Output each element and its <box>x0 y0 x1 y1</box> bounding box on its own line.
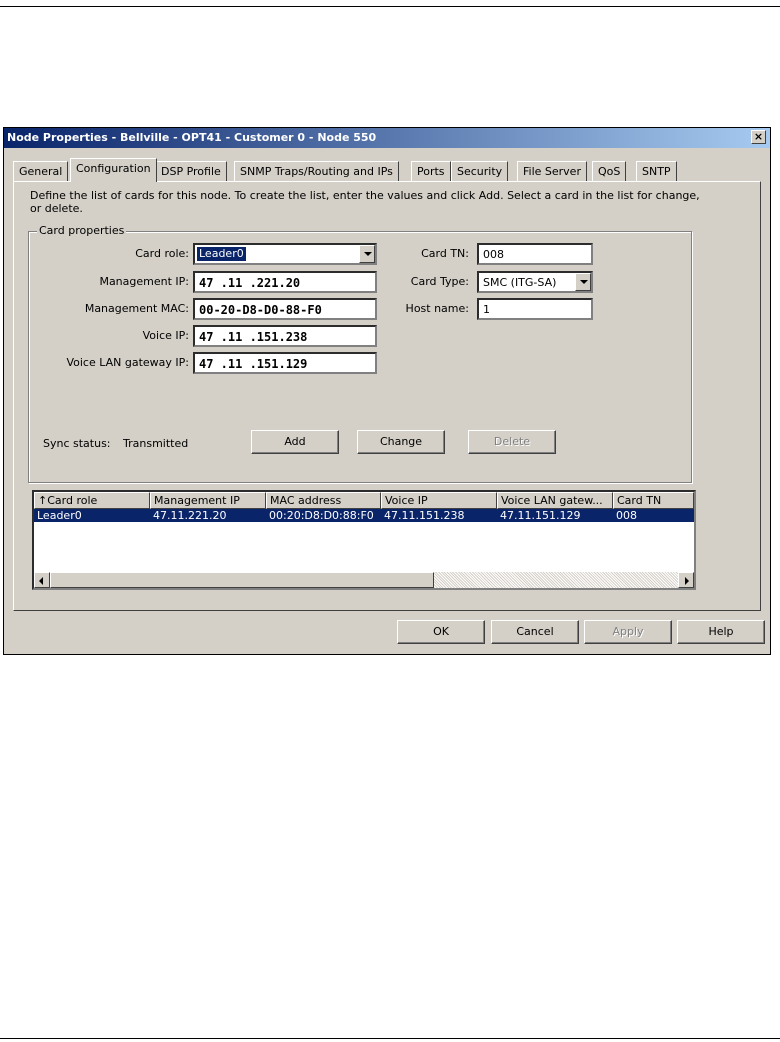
close-button[interactable]: × <box>751 130 766 144</box>
card-tn-field[interactable]: 008 <box>477 243 593 265</box>
change-button[interactable]: Change <box>357 430 445 454</box>
column-header-voice-ip[interactable]: Voice IP <box>381 492 497 509</box>
add-button[interactable]: Add <box>251 430 339 454</box>
cell-management-ip: 47.11.221.20 <box>153 509 227 522</box>
tab-qos[interactable]: QoS <box>592 161 627 181</box>
column-header-mac-address[interactable]: MAC address <box>266 492 381 509</box>
card-type-value: SMC (ITG-SA) <box>483 276 557 289</box>
table-row[interactable]: Leader0 47.11.221.20 00:20:D8:D0:88:F0 4… <box>34 509 694 522</box>
tab-general[interactable]: General <box>13 161 69 181</box>
host-name-label: Host name: <box>405 302 469 315</box>
voice-ip-field[interactable]: 47 .11 .151.238 <box>193 325 377 347</box>
column-header-card-tn[interactable]: Card TN <box>613 492 694 509</box>
tab-ports[interactable]: Ports <box>411 161 451 181</box>
tab-configuration[interactable]: Configuration <box>70 158 157 182</box>
card-type-label: Card Type: <box>410 275 469 288</box>
voice-lan-gateway-field[interactable]: 47 .11 .151.129 <box>193 352 377 374</box>
card-role-combo[interactable]: Leader0 <box>193 243 377 265</box>
card-type-dropdown-button[interactable] <box>575 273 591 291</box>
sync-status-label: Sync status: <box>43 437 111 450</box>
page-top-rule <box>0 6 780 7</box>
tab-security[interactable]: Security <box>451 161 509 181</box>
card-role-value: Leader0 <box>197 247 246 261</box>
scroll-right-button[interactable] <box>678 572 694 588</box>
window-title: Node Properties - Bellville - OPT41 - Cu… <box>7 131 377 144</box>
cell-mac-address: 00:20:D8:D0:88:F0 <box>269 509 374 522</box>
card-role-dropdown-button[interactable] <box>359 245 375 263</box>
delete-button[interactable]: Delete <box>468 430 556 454</box>
management-mac-field[interactable]: 00-20-D8-D0-88-F0 <box>193 298 377 320</box>
configuration-panel: Define the list of cards for this node. … <box>13 181 761 611</box>
scroll-track[interactable] <box>434 572 678 588</box>
management-mac-label: Management MAC: <box>84 302 189 315</box>
page-bottom-rule <box>0 1038 780 1039</box>
card-list[interactable]: ↑Card role Management IP MAC address Voi… <box>32 490 696 590</box>
tab-snmp-traps-routing[interactable]: SNMP Traps/Routing and IPs <box>234 161 399 181</box>
scroll-left-button[interactable] <box>34 572 50 588</box>
scroll-thumb[interactable] <box>50 572 434 588</box>
cell-voice-ip: 47.11.151.238 <box>384 509 465 522</box>
sync-status-value: Transmitted <box>123 437 189 450</box>
column-header-voice-lan-gateway[interactable]: Voice LAN gatew... <box>497 492 613 509</box>
management-ip-field[interactable]: 47 .11 .221.20 <box>193 271 377 293</box>
tab-dsp-profile[interactable]: DSP Profile <box>155 161 227 181</box>
card-role-label: Card role: <box>135 247 189 260</box>
cell-card-role: Leader0 <box>37 509 82 522</box>
voice-lan-gateway-label: Voice LAN gateway IP: <box>66 356 189 369</box>
chevron-down-icon <box>580 280 588 284</box>
host-name-field[interactable]: 1 <box>477 298 593 320</box>
management-ip-label: Management IP: <box>99 275 189 288</box>
help-button[interactable]: Help <box>677 620 765 644</box>
arrow-right-icon <box>685 577 689 585</box>
tab-sntp[interactable]: SNTP <box>636 161 677 181</box>
column-header-management-ip[interactable]: Management IP <box>150 492 266 509</box>
card-properties-group: Card properties Card role: Leader0 Manag… <box>28 224 692 483</box>
card-type-combo[interactable]: SMC (ITG-SA) <box>477 271 593 293</box>
tab-file-server[interactable]: File Server <box>517 161 587 181</box>
cell-voice-lan-gateway: 47.11.151.129 <box>500 509 581 522</box>
horizontal-scrollbar[interactable] <box>34 572 694 588</box>
ok-button[interactable]: OK <box>397 620 485 644</box>
card-tn-label: Card TN: <box>421 247 469 260</box>
column-header-card-role[interactable]: ↑Card role <box>34 492 150 509</box>
arrow-left-icon <box>39 577 43 585</box>
cell-card-tn: 008 <box>616 509 637 522</box>
voice-ip-label: Voice IP: <box>142 329 189 342</box>
group-label: Card properties <box>37 224 127 237</box>
node-properties-dialog: Node Properties - Bellville - OPT41 - Cu… <box>3 127 771 655</box>
apply-button[interactable]: Apply <box>584 620 672 644</box>
chevron-down-icon <box>364 252 372 256</box>
title-bar[interactable]: Node Properties - Bellville - OPT41 - Cu… <box>4 128 770 148</box>
description-text: Define the list of cards for this node. … <box>30 189 700 215</box>
cancel-button[interactable]: Cancel <box>491 620 579 644</box>
